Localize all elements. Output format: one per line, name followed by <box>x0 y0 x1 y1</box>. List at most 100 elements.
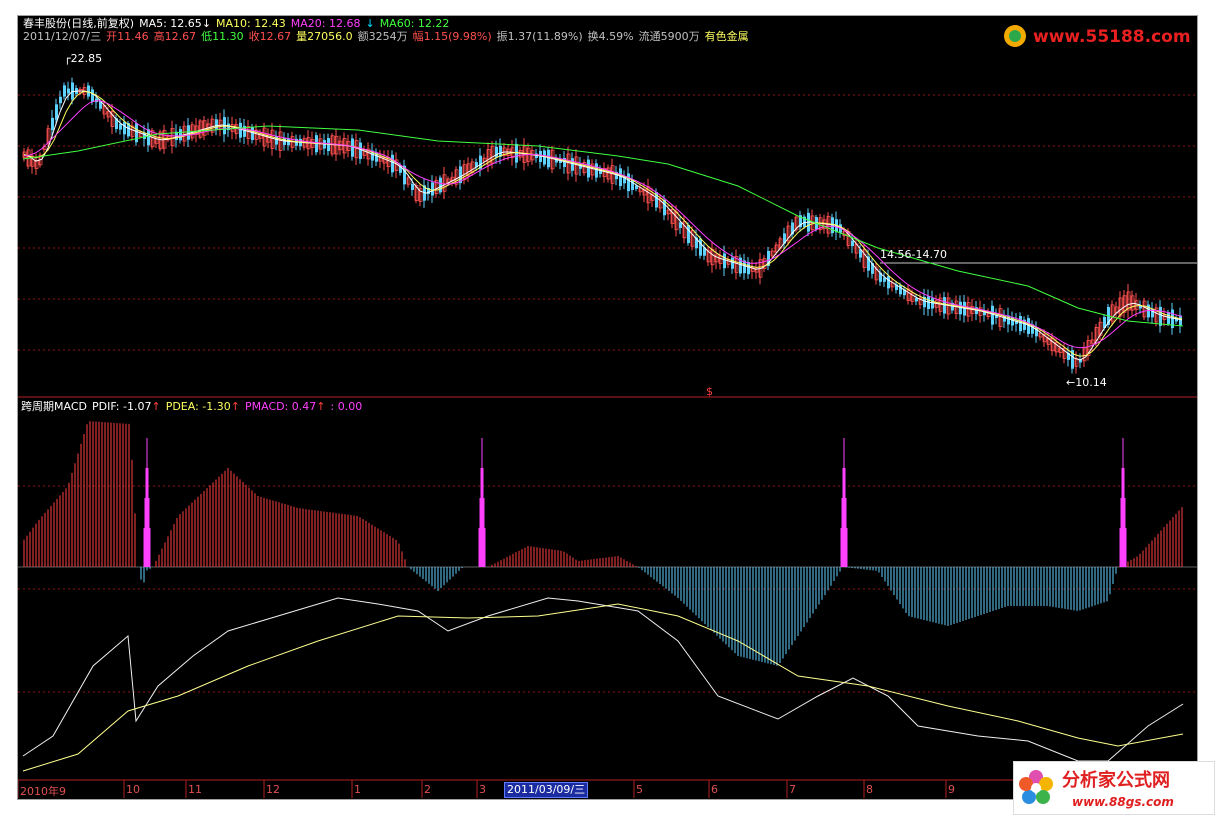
watermark-cn-text: 分析家公式网 <box>1062 769 1170 791</box>
chart-window[interactable]: 春丰股份(日线,前复权) MA5: 12.65↓ MA10: 12.43 MA20: … <box>17 15 1198 800</box>
candle-body <box>215 119 218 130</box>
candle-body <box>351 138 354 157</box>
macd-extra: : 0.00 <box>330 400 363 413</box>
candle-body <box>239 122 242 138</box>
ma60-line <box>22 125 1184 327</box>
candle-body <box>135 123 138 143</box>
candle-body <box>55 104 58 120</box>
month-label: 12 <box>266 783 280 796</box>
arrow-left-icon: ← <box>1066 376 1076 389</box>
ma5-label: MA5: 12.65 <box>139 17 202 30</box>
candle-body <box>687 224 690 244</box>
candle-body <box>1019 316 1022 332</box>
candle-body <box>87 85 90 97</box>
candle-body <box>91 89 94 102</box>
candle-body <box>619 168 622 187</box>
month-label: 10 <box>126 783 140 796</box>
candle-body <box>1179 315 1182 326</box>
pmacd-label: PMACD: 0.47 <box>244 400 317 413</box>
watermark-url-text: www.88gs.com <box>1072 795 1174 809</box>
volume-label: 量27056.0 <box>296 30 353 43</box>
turnover-label: 换4.59% <box>587 30 634 43</box>
float-label: 流通5900万 <box>638 30 700 43</box>
candle-body <box>59 96 62 104</box>
candle-body <box>495 146 498 158</box>
macd-header: 跨周期MACD PDIF: -1.07↑ PDEA: -1.30↑ PMACD: 0.… <box>21 400 362 413</box>
candle-body <box>723 253 726 269</box>
date-label: 2011/12/07/三 <box>23 30 102 43</box>
candle-body <box>627 173 630 192</box>
candle-body <box>1159 306 1162 326</box>
candle-body <box>991 305 994 325</box>
candle-body <box>679 222 682 228</box>
high-price-label: ┌22.85 <box>64 52 102 65</box>
candle-body <box>731 257 734 269</box>
watermark-logo-bottom: 分析家公式网 www.88gs.com <box>1013 761 1215 815</box>
arrow-down-icon: ↓ <box>201 17 212 30</box>
selected-date[interactable]: 2011/03/09/三 <box>504 782 589 798</box>
arrow-up-icon: ↑ <box>316 400 326 413</box>
pointer-icon: ┌ <box>64 52 71 65</box>
header-line-2: 2011/12/07/三 开11.46 高12.67 低11.30 收12.67 量270… <box>23 30 749 43</box>
change-label: 幅1.15(9.98%) <box>412 30 492 43</box>
month-label: 6 <box>711 783 718 796</box>
candle-body <box>251 127 254 140</box>
candle-body <box>119 123 122 130</box>
arrow-up-icon: ↑ <box>230 400 240 413</box>
sector-label: 有色金属 <box>704 30 749 43</box>
pdea-line <box>22 603 1184 772</box>
candle-body <box>359 142 362 160</box>
month-label: 11 <box>188 783 202 796</box>
high-label: 高12.67 <box>153 30 197 43</box>
candle-body <box>123 122 126 135</box>
candle-body <box>851 240 854 247</box>
month-label: 2010年9 <box>20 785 66 798</box>
candle-body <box>431 182 434 196</box>
candle-body <box>699 238 702 256</box>
pdif-line <box>22 597 1184 762</box>
candle-body <box>391 154 394 173</box>
ma20-label: MA20: 12.68 <box>290 17 361 30</box>
candle-body <box>179 129 182 141</box>
marker-label: $ <box>706 385 713 398</box>
month-label: 3 <box>479 783 486 796</box>
month-label: 2 <box>424 783 431 796</box>
macd-name: 跨周期MACD <box>21 400 87 413</box>
open-label: 开11.46 <box>106 30 149 43</box>
month-label: 1 <box>354 783 361 796</box>
candle-body <box>63 85 66 97</box>
watermark-top-text: www.55188.com <box>1033 27 1191 47</box>
candle-body <box>187 125 190 140</box>
pdif-label: PDIF: -1.07 <box>91 400 152 413</box>
low-price-label: ←10.14 <box>1066 376 1107 389</box>
flower-logo-icon: 分析家公式网 www.88gs.com <box>1019 769 1174 809</box>
ma60-label: MA60: 12.22 <box>379 17 450 30</box>
range-label: 14.56-14.70 <box>880 248 947 261</box>
watermark-logo-top: www.55188.com <box>997 18 1197 54</box>
amount-label: 额3254万 <box>357 30 408 43</box>
month-label: 9 <box>948 783 955 796</box>
header-line-1: 春丰股份(日线,前复权) MA5: 12.65↓ MA10: 12.43 MA20: … <box>23 17 449 30</box>
candle-body <box>147 129 150 146</box>
close-label: 收12.67 <box>248 30 292 43</box>
stock-name: 春丰股份(日线,前复权) <box>23 17 135 30</box>
candle-body <box>543 150 546 165</box>
candle-body <box>571 158 574 171</box>
candle-body <box>439 177 442 193</box>
candle-body <box>67 88 70 94</box>
amplitude-label: 振1.37(11.89%) <box>496 30 583 43</box>
low-price-value: 10.14 <box>1075 376 1107 389</box>
candle-body <box>51 117 54 131</box>
candle-body <box>587 159 590 178</box>
high-price-value: 22.85 <box>70 52 103 65</box>
arrow-up-icon: ↑ <box>151 400 161 413</box>
candle-body <box>411 184 414 190</box>
low-label: 低11.30 <box>201 30 244 43</box>
candle-body <box>595 163 598 178</box>
pdea-label: PDEA: -1.30 <box>165 400 231 413</box>
candle-body <box>547 149 550 168</box>
month-label: 5 <box>636 783 643 796</box>
logo-icon: www.55188.com <box>1004 25 1191 47</box>
candle-body <box>747 261 750 275</box>
candle-body <box>887 276 890 289</box>
